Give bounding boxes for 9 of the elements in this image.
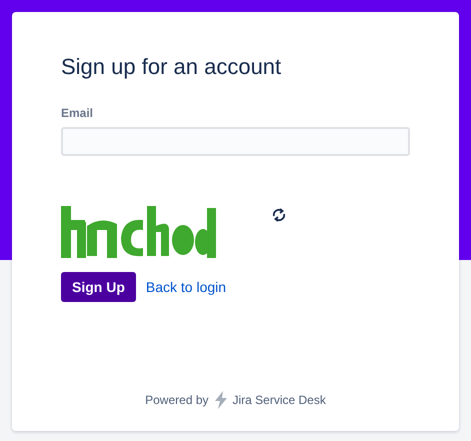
sign-up-button[interactable]: Sign Up — [61, 272, 136, 302]
bolt-logo-icon — [214, 391, 228, 409]
refresh-icon[interactable] — [272, 208, 286, 222]
back-to-login-link[interactable]: Back to login — [146, 279, 226, 295]
email-label: Email — [61, 106, 94, 120]
email-field[interactable] — [61, 127, 410, 156]
form-title: Sign up for an account — [61, 54, 282, 80]
product-name: Jira Service Desk — [232, 393, 326, 407]
powered-by-text: Powered by — [145, 393, 208, 407]
